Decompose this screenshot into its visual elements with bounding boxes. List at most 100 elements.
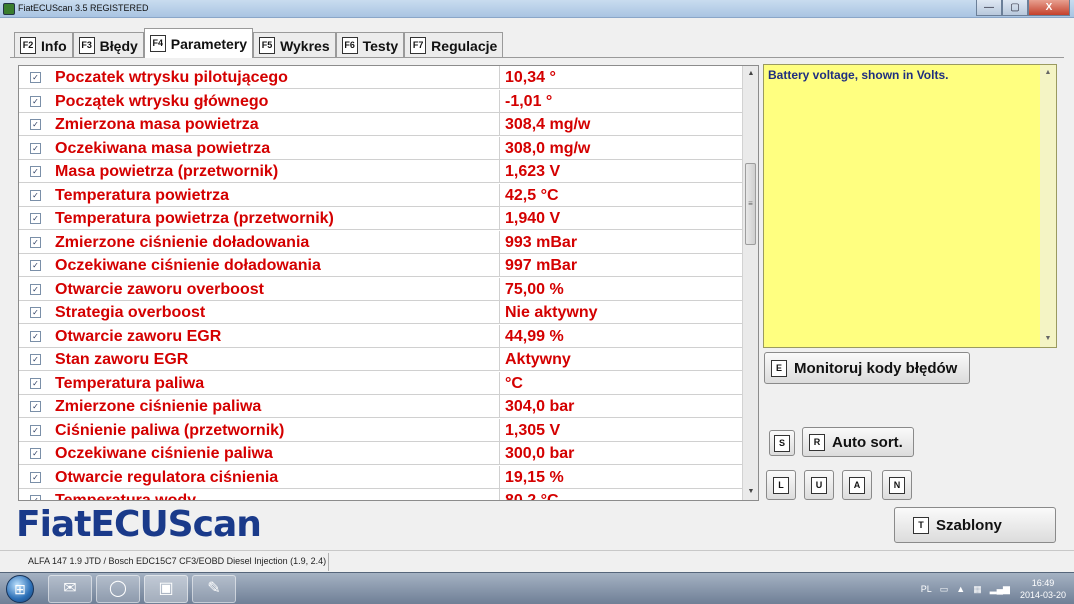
tab-f7[interactable]: F7 Regulacje [404,32,504,58]
description-scrollbar[interactable]: ▲ ▼ [1040,65,1056,347]
s-button[interactable]: S [769,430,795,456]
parameter-checkbox[interactable]: ✓ [30,471,41,483]
parameter-checkbox[interactable]: ✓ [30,448,41,459]
scroll-up-icon[interactable]: ▲ [1040,65,1056,81]
taskbar: ⊞ ✉ ◯ ▣ ✎ PL ▭ ▲ ▦ ▂▄▆ 16:49 2014-03-20 [0,572,1074,604]
scroll-down-icon[interactable]: ▼ [1040,331,1056,347]
parameter-row[interactable]: ✓ Stan zaworu EGR Aktywny [19,348,743,371]
maximize-button[interactable]: ▢ [1002,0,1028,16]
key-badge: T [913,516,929,534]
parameter-list-scrollbar[interactable]: ▲ ≡ ▼ [742,66,758,500]
a-button[interactable]: A [842,470,872,500]
parameter-row[interactable]: ✓ Otwarcie zaworu overboost 75,00 % [19,277,743,301]
parameter-row[interactable]: ✓ Temperatura wody 80,2 °C [19,489,743,501]
parameter-checkbox[interactable]: ✓ [30,72,41,83]
parameter-checkbox[interactable]: ✓ [30,119,41,130]
parameter-checkbox[interactable]: ✓ [30,166,41,177]
network-icon[interactable]: ▦ [973,584,982,595]
parameter-row[interactable]: ✓ Poczatek wtrysku pilotującego 10,34 ° [19,66,743,89]
windows-start-icon[interactable]: ⊞ [6,575,34,603]
parameter-value: 19,15 % [505,468,564,486]
parameter-row[interactable]: ✓ Początek wtrysku głównego -1,01 ° [19,89,743,113]
parameter-checkbox[interactable]: ✓ [30,307,41,318]
tab-f3[interactable]: F3 Błędy [72,32,144,58]
tab-label: Testy [362,37,399,54]
parameter-name: Poczatek wtrysku pilotującego [55,69,288,86]
paint-taskbar-icon[interactable]: ✎ [192,575,236,603]
parameter-value: 1,305 V [505,421,561,439]
tab-f4[interactable]: F4 Parametery [143,28,254,58]
tab-label: Błędy [99,37,138,54]
parameter-checkbox[interactable]: ✓ [30,330,41,342]
scroll-thumb[interactable]: ≡ [745,163,756,245]
parameter-checkbox[interactable]: ✓ [30,401,41,412]
parameter-value: 300,0 bar [505,445,575,462]
parameter-checkbox[interactable]: ✓ [30,213,41,224]
parameter-checkbox[interactable]: ✓ [30,495,41,500]
outlook-taskbar-icon[interactable]: ✉ [48,575,92,603]
parameter-checkbox[interactable]: ✓ [30,236,41,248]
parameter-checkbox[interactable]: ✓ [30,260,41,271]
u-button[interactable]: U [804,470,834,500]
templates-button[interactable]: T Szablony [894,507,1056,543]
parameter-name: Otwarcie zaworu EGR [55,327,222,345]
fiatecuscan-taskbar-icon[interactable]: ▣ [144,575,188,603]
column-divider [499,301,500,324]
parameter-row[interactable]: ✓ Temperatura paliwa °C [19,371,743,395]
parameter-checkbox[interactable]: ✓ [30,189,41,201]
parameter-row[interactable]: ✓ Oczekiwane ciśnienie paliwa 300,0 bar [19,442,743,465]
tray-expand-icon[interactable]: ▲ [956,584,965,594]
parameter-checkbox[interactable]: ✓ [30,354,41,365]
parameter-name: Oczekiwana masa powietrza [55,139,271,157]
l-button[interactable]: L [766,470,796,500]
parameter-value: 42,5 °C [505,186,559,204]
column-divider [499,395,500,418]
monitor-error-codes-button[interactable]: E Monitoruj kody błędów [764,352,970,384]
parameter-row[interactable]: ✓ Temperatura powietrza (przetwornik) 1,94… [19,207,743,230]
parameter-row[interactable]: ✓ Zmierzone ciśnienie paliwa 304,0 bar [19,395,743,418]
scroll-down-icon[interactable]: ▼ [743,484,758,500]
parameter-checkbox[interactable]: ✓ [30,95,41,107]
description-text: Battery voltage, shown in Volts. [768,68,949,82]
parameter-row[interactable]: ✓ Ciśnienie paliwa (przetwornik) 1,305 V [19,418,743,442]
column-divider [499,277,500,301]
column-divider [499,89,500,113]
language-indicator[interactable]: PL [921,584,932,594]
tab-f5[interactable]: F5 Wykres [253,32,336,58]
scroll-up-icon[interactable]: ▲ [743,66,758,82]
parameter-value: 80,2 °C [505,492,559,501]
column-divider [499,160,500,183]
auto-sort-button[interactable]: R Auto sort. [802,427,914,457]
parameter-row[interactable]: ✓ Otwarcie zaworu EGR 44,99 % [19,324,743,348]
parameter-row[interactable]: ✓ Temperatura powietrza 42,5 °C [19,183,743,207]
keyboard-icon[interactable]: ▭ [940,584,949,595]
parameter-row[interactable]: ✓ Zmierzona masa powietrza 308,4 mg/w [19,113,743,136]
parameter-row[interactable]: ✓ Oczekiwane ciśnienie doładowania 997 mBa… [19,254,743,277]
minimize-button[interactable]: — [976,0,1002,16]
parameter-row[interactable]: ✓ Zmierzone ciśnienie doładowania 993 mBar [19,230,743,254]
status-bar: ALFA 147 1.9 JTD / Bosch EDC15C7 CF3/EOB… [0,550,1074,572]
parameter-checkbox[interactable]: ✓ [30,424,41,436]
n-button[interactable]: N [882,470,912,500]
parameter-row[interactable]: ✓ Masa powietrza (przetwornik) 1,623 V [19,160,743,183]
tab-label: Regulacje [431,37,498,54]
parameter-row[interactable]: ✓ Otwarcie regulatora ciśnienia 19,15 % [19,465,743,489]
parameter-checkbox[interactable]: ✓ [30,283,41,295]
tab-f6[interactable]: F6 Testy [335,32,405,58]
tab-key-badge: F4 [149,35,166,52]
tab-bar: F2 Info F3 Błędy F4 Parametery F5 Wykres F6 Testy… [14,28,504,58]
parameter-row[interactable]: ✓ Strategia overboost Nie aktywny [19,301,743,324]
close-button[interactable]: X [1028,0,1070,16]
parameter-name: Początek wtrysku głównego [55,92,269,110]
clock-date: 2014-03-20 [1019,590,1066,600]
tab-f2[interactable]: F2 Info [14,32,73,58]
parameter-row[interactable]: ✓ Oczekiwana masa powietrza 308,0 mg/w [19,136,743,160]
parameter-checkbox[interactable]: ✓ [30,142,41,154]
key-badge: S [774,434,790,452]
parameter-name: Zmierzone ciśnienie paliwa [55,398,262,415]
parameter-value: 308,4 mg/w [505,116,591,133]
opera-taskbar-icon[interactable]: ◯ [96,575,140,603]
parameter-value: 993 mBar [505,233,578,251]
parameter-checkbox[interactable]: ✓ [30,377,41,389]
clock[interactable]: 16:49 2014-03-20 [1020,577,1066,601]
